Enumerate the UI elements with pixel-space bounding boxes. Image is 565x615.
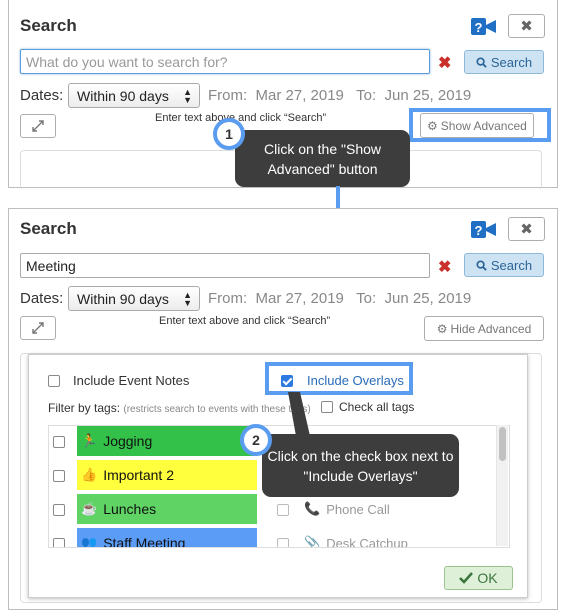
callout-2-badge: 2 (240, 424, 272, 456)
callout-2-bubble: Click on the check box next to "Include … (262, 434, 459, 497)
callout-2-pointer (288, 392, 310, 436)
